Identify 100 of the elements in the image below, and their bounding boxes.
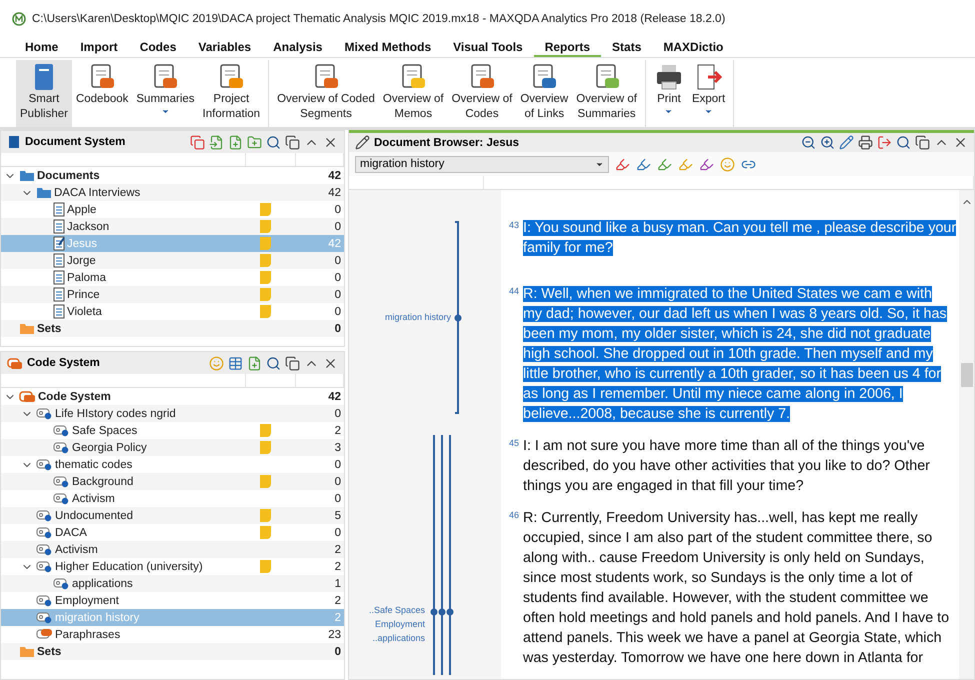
table-icon[interactable] [228,356,243,370]
tree-item[interactable]: Higher Education (university) 2 [1,558,344,575]
menu-tab[interactable]: Stats [601,38,652,57]
close-icon[interactable] [953,135,968,150]
tree-item[interactable]: applications 1 [1,575,344,592]
tree-item[interactable]: Undocumented 5 [1,507,344,524]
highlighter-icon[interactable] [615,156,630,172]
menu-tab[interactable]: Visual Tools [442,38,534,57]
menu-tab[interactable]: Analysis [262,38,334,57]
item-count: 2 [334,424,342,436]
code-dropdown[interactable]: migration history [355,156,609,172]
ribbon-button[interactable]: Print [650,60,688,127]
menu-tab[interactable]: Mixed Methods [333,38,442,57]
tree-item-label: Sets [37,322,62,334]
zoom-in-icon[interactable] [820,135,835,150]
tree-item[interactable]: Jorge 0 [1,252,344,269]
tree-item[interactable]: Apple 0 [1,201,344,218]
document-system-icon [7,135,21,149]
code-icon [53,475,70,488]
undock-icon[interactable] [285,356,300,370]
menu-tab[interactable]: MAXDictio [652,38,734,57]
scrollbar-thumb[interactable] [960,363,972,387]
highlighter-icon[interactable] [699,156,714,172]
tree-item[interactable]: Sets 0 [1,320,344,337]
tree-item-label: Sets [37,646,62,658]
undock-icon[interactable] [285,134,300,150]
search-icon[interactable] [266,356,281,370]
tree-item[interactable]: Life HIstory codes ngrid 0 [1,405,344,422]
code-icon [36,611,53,624]
tree-item[interactable]: Safe Spaces 2 [1,422,344,439]
tree-item[interactable]: Georgia Policy 3 [1,439,344,456]
menu-tab[interactable]: Import [69,38,129,57]
highlighter-icon[interactable] [636,156,651,172]
new-code-icon[interactable] [247,356,262,370]
printer-icon[interactable] [858,135,873,150]
panel-title: Document System [25,136,126,148]
window-title: C:\Users\Karen\Desktop\MQIC 2019\DACA project Thematic Analysis MQIC 2019.mx18 - MAXQDA Analytics Pro 2018 (Release 18.2.0) [32,13,726,25]
tree-item-label: Apple [67,204,96,216]
tree-item[interactable]: DACA Interviews 42 [1,184,344,201]
new-document-icon[interactable] [228,134,243,150]
ribbon-button[interactable]: Overview of Coded Segments [273,60,379,127]
ribbon-button[interactable]: Overview of Links [516,60,572,127]
item-count: 2 [334,594,342,606]
tree-item[interactable]: Activism 2 [1,541,344,558]
code-stripe[interactable] [453,221,463,414]
tree-item-label: Documents [37,170,100,182]
search-icon[interactable] [266,134,281,150]
code-icon [36,560,53,573]
highlighter-icon[interactable] [657,156,672,172]
document-icon [53,236,65,251]
code-stripe-group[interactable] [429,435,455,675]
tree-item[interactable]: Background 0 [1,473,344,490]
document-icon [53,253,65,268]
ribbon-button[interactable]: Overview of Summaries [572,60,641,127]
code-icon [53,441,70,454]
file-input-icon[interactable] [209,134,224,150]
tree-item[interactable]: Documents 42 [1,167,344,184]
document-edit-icon[interactable] [355,135,370,150]
menu-tab[interactable]: Variables [187,38,262,57]
code-icon [53,424,70,437]
tree-item-label: Activism [55,544,98,556]
tree-item[interactable]: DACA 0 [1,524,344,541]
ribbon-button[interactable]: Codebook [72,60,132,127]
copy-icon[interactable] [190,134,205,150]
item-count: 0 [334,476,342,488]
document-icon [53,270,65,285]
tree-item[interactable]: Violeta 0 [1,303,344,320]
tree-item[interactable]: Prince 0 [1,286,344,303]
item-count: 0 [334,322,342,334]
tree-item[interactable]: Sets 0 [1,643,344,660]
tree-item[interactable]: Paloma 0 [1,269,344,286]
ribbon-button[interactable]: Summaries [132,60,199,127]
search-icon[interactable] [896,135,911,150]
tree-item-label: Jorge [67,254,96,266]
tree-item[interactable]: Jackson 0 [1,218,344,235]
new-folder-icon[interactable] [247,134,262,150]
ribbon-button[interactable]: Project Information [198,60,264,127]
item-count: 0 [334,492,342,504]
tree-item[interactable]: Employment 2 [1,592,344,609]
tree-item[interactable]: Activism 0 [1,490,344,507]
ribbon-button[interactable]: Overview of Memos [378,60,448,127]
undock-icon[interactable] [915,135,930,150]
tree-item-label: Jackson [67,220,110,232]
code-stripe-label: ..Safe Spaces [368,605,425,615]
menu-tab[interactable]: Home [14,38,70,57]
item-count: 42 [327,186,342,198]
ribbon-button[interactable]: Smart Publisher [16,60,72,127]
tree-item[interactable]: thematic codes 0 [1,456,344,473]
panel-title: Document Browser: Jesus [374,136,520,148]
menu-tab[interactable]: Reports [534,38,602,57]
edit-icon[interactable] [839,135,854,150]
export-icon[interactable] [877,135,892,150]
tree-item[interactable]: Paraphrases 23 [1,626,344,643]
code-stripe-label: ..applications [372,633,425,643]
ribbon-button[interactable]: Export [688,60,730,127]
zoom-out-icon[interactable] [801,135,816,150]
menu-tab[interactable]: Codes [128,38,188,57]
ribbon-button[interactable]: Overview of Codes [448,60,516,127]
tree-item[interactable]: Code System 42 [1,388,344,405]
item-count: 0 [334,646,342,658]
